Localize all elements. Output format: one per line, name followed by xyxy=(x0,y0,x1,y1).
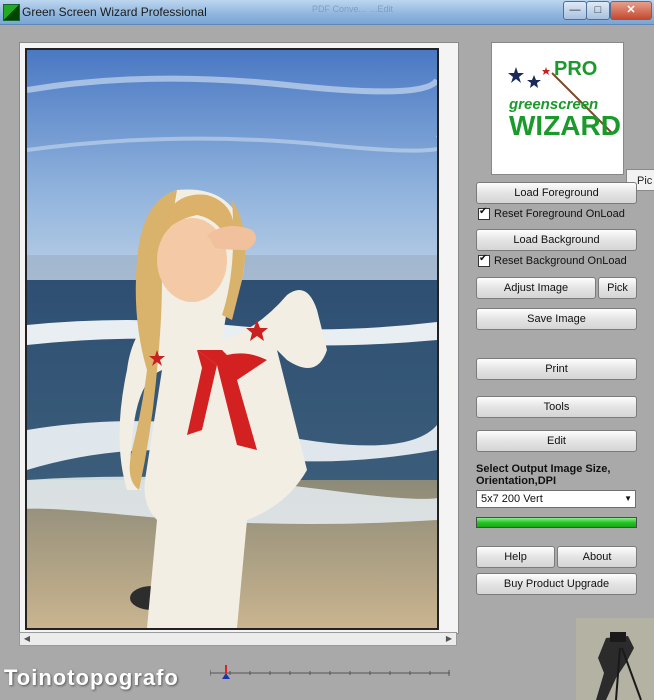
title-bar: Green Screen Wizard Professional PDF Con… xyxy=(0,0,654,25)
load-background-button[interactable]: Load Background xyxy=(476,229,637,251)
ruler-slider[interactable] xyxy=(210,665,450,679)
checkbox-checked-icon[interactable] xyxy=(478,206,490,220)
help-button[interactable]: Help xyxy=(476,546,555,568)
window-title: Green Screen Wizard Professional xyxy=(22,5,207,19)
close-button[interactable]: ✕ xyxy=(610,1,652,20)
output-size-value: 5x7 200 Vert xyxy=(481,493,543,505)
image-canvas[interactable] xyxy=(19,42,459,634)
photographer-thumbnail xyxy=(576,618,654,700)
minimize-button[interactable]: — xyxy=(563,1,587,20)
load-foreground-button[interactable]: Load Foreground xyxy=(476,182,637,204)
reset-background-checkbox[interactable]: Reset Background OnLoad xyxy=(478,253,627,268)
product-logo: PRO greenscreen WIZARD xyxy=(491,42,624,175)
scroll-right-icon[interactable]: ▶ xyxy=(442,633,456,645)
composited-photo xyxy=(25,48,439,630)
maximize-button[interactable]: □ xyxy=(586,1,610,20)
reset-foreground-label: Reset Foreground OnLoad xyxy=(494,208,625,220)
background-window-title: ...Edit xyxy=(370,4,394,14)
buy-upgrade-button[interactable]: Buy Product Upgrade xyxy=(476,573,637,595)
dropdown-arrow-icon[interactable]: ▼ xyxy=(624,491,632,507)
logo-pro-text: PRO xyxy=(554,58,597,80)
app-icon xyxy=(3,4,20,21)
horizontal-scrollbar[interactable]: ◀ ▶ xyxy=(19,632,457,646)
edit-button[interactable]: Edit xyxy=(476,430,637,452)
reset-foreground-checkbox[interactable]: Reset Foreground OnLoad xyxy=(478,206,625,221)
about-button[interactable]: About xyxy=(557,546,637,568)
pick-button[interactable]: Pick xyxy=(598,277,637,299)
reset-background-label: Reset Background OnLoad xyxy=(494,255,627,267)
progress-bar xyxy=(476,517,637,528)
watermark-text: Toinotopografo xyxy=(4,665,179,690)
print-button[interactable]: Print xyxy=(476,358,637,380)
scroll-left-icon[interactable]: ◀ xyxy=(20,633,34,645)
logo-wizard-text: WIZARD xyxy=(509,110,621,141)
save-image-button[interactable]: Save Image xyxy=(476,308,637,330)
background-window-title: PDF Conve... xyxy=(312,4,367,14)
checkbox-checked-icon[interactable] xyxy=(478,253,490,267)
output-size-select[interactable]: 5x7 200 Vert ▼ xyxy=(476,490,636,508)
output-size-label: Select Output Image Size, Orientation,DP… xyxy=(476,463,611,487)
progress-fill xyxy=(477,518,636,527)
adjust-image-button[interactable]: Adjust Image xyxy=(476,277,596,299)
tools-button[interactable]: Tools xyxy=(476,396,637,418)
